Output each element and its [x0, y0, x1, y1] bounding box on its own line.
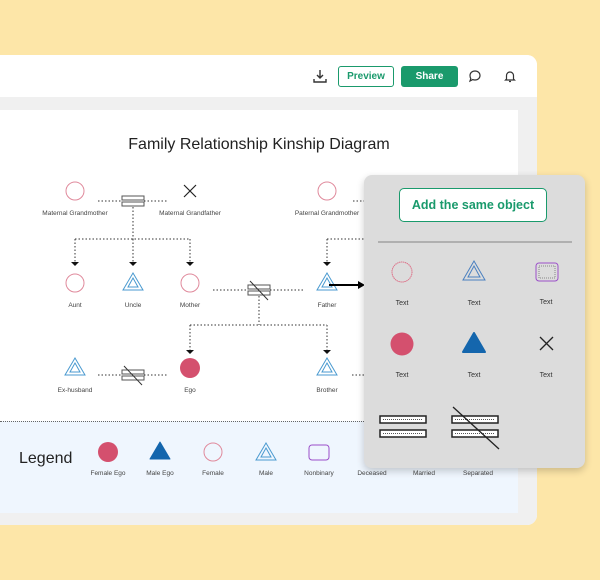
female-ego-icon — [98, 442, 118, 462]
male-ego-icon — [149, 441, 171, 460]
paternal-grandmother-symbol[interactable] — [317, 181, 337, 201]
father-symbol[interactable] — [316, 272, 338, 291]
maternal-grandmother-symbol[interactable] — [65, 181, 85, 201]
arrow-head — [186, 262, 194, 266]
separated-shape-option[interactable] — [451, 406, 500, 450]
option-label: Text — [396, 372, 409, 379]
share-button[interactable]: Share — [401, 66, 458, 87]
legend-label: Female Ego — [90, 470, 125, 477]
toolbar: Preview Share — [0, 55, 537, 97]
arrow-head — [323, 262, 331, 266]
option-label: Text — [468, 300, 481, 307]
comment-icon[interactable] — [465, 66, 485, 86]
married-symbol — [121, 195, 145, 207]
legend-label: Male — [259, 470, 273, 477]
label-brother: Brother — [316, 387, 338, 394]
download-icon[interactable] — [310, 66, 330, 86]
arrow-head — [186, 350, 194, 354]
option-label: Text — [396, 300, 409, 307]
label-uncle: Uncle — [125, 302, 142, 309]
option-label: Text — [540, 299, 553, 306]
bell-icon[interactable] — [500, 66, 520, 86]
arrow-head — [71, 262, 79, 266]
label-mother: Mother — [180, 302, 201, 309]
nonbinary-shape-option[interactable] — [535, 262, 559, 282]
ex-husband-symbol[interactable] — [64, 357, 86, 376]
legend-label: Separated — [463, 470, 493, 477]
preview-button[interactable]: Preview — [338, 66, 394, 87]
label-aunt: Aunt — [68, 302, 82, 309]
label-father: Father — [318, 302, 338, 309]
legend-label: Married — [413, 470, 435, 477]
label-maternal-grandfather: Maternal Grandfather — [159, 210, 222, 217]
female-shape-option[interactable] — [391, 261, 413, 283]
label-ego: Ego — [184, 387, 196, 394]
arrow-head — [129, 262, 137, 266]
nonbinary-icon — [308, 444, 330, 461]
aunt-symbol[interactable] — [65, 273, 85, 293]
legend-label: Nonbinary — [304, 470, 334, 477]
label-paternal-grandmother: Paternal Grandmother — [295, 210, 360, 217]
male-ego-shape-option[interactable] — [462, 332, 486, 353]
object-picker-popup: Add the same object Text Text Text Text … — [364, 175, 585, 468]
mother-symbol[interactable] — [180, 273, 200, 293]
label-ex-husband: Ex-husband — [58, 387, 93, 394]
arrow-head — [323, 350, 331, 354]
female-ego-shape-option[interactable] — [390, 332, 414, 356]
brother-symbol[interactable] — [316, 357, 338, 376]
ego-symbol[interactable] — [180, 358, 200, 378]
legend-label: Deceased — [357, 470, 387, 477]
male-shape-option[interactable] — [462, 260, 486, 281]
uncle-symbol[interactable] — [122, 272, 144, 291]
option-label: Text — [540, 372, 553, 379]
label-maternal-grandmother: Maternal Grandmother — [42, 210, 108, 217]
maternal-grandfather-deceased-symbol[interactable] — [183, 184, 197, 198]
married-shape-option[interactable] — [379, 415, 427, 438]
deceased-shape-option[interactable] — [539, 336, 554, 351]
male-icon — [255, 442, 277, 461]
female-icon — [203, 442, 223, 462]
legend-label: Female — [202, 470, 224, 477]
option-label: Text — [468, 372, 481, 379]
legend-label: Male Ego — [146, 470, 174, 477]
